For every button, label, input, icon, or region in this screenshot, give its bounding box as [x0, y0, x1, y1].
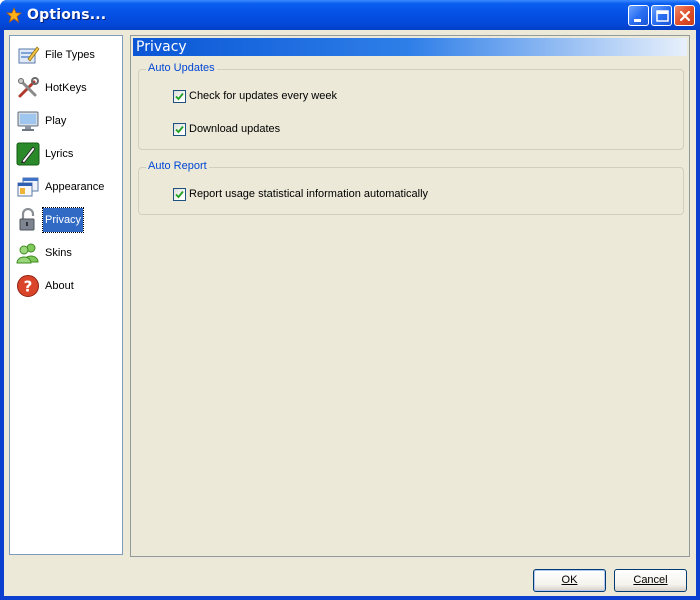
- maximize-icon: [656, 10, 669, 22]
- pen-icon: [16, 142, 40, 166]
- options-sidebar: File Types HotKeys Play Lyrics Appearanc…: [9, 35, 123, 555]
- ok-button-label: OK: [561, 574, 578, 586]
- padlock-icon: [19, 208, 35, 231]
- sidebar-item-play[interactable]: Play: [14, 105, 122, 137]
- sidebar-item-label: Lyrics: [45, 148, 74, 160]
- privacy-panel: Privacy Auto Updates Check for updates e…: [130, 35, 690, 557]
- file-types-icon: [18, 46, 40, 64]
- checkbox-label: Check for updates every week: [189, 90, 337, 102]
- checkbox-box[interactable]: [173, 188, 186, 201]
- minimize-icon: [634, 19, 641, 22]
- checkbox-box[interactable]: [173, 90, 186, 103]
- sidebar-item-about[interactable]: ? About: [14, 270, 122, 302]
- hotkeys-icon: [18, 77, 39, 98]
- section-header: Privacy: [133, 38, 687, 56]
- star-icon: [6, 7, 22, 23]
- checkmark-icon: [175, 125, 184, 134]
- sidebar-item-label: About: [45, 280, 74, 292]
- users-icon: [16, 243, 39, 264]
- sidebar-item-label: File Types: [45, 49, 95, 61]
- appearance-icon: [17, 177, 39, 197]
- cancel-button[interactable]: Cancel: [614, 569, 687, 592]
- sidebar-item-appearance[interactable]: Appearance: [14, 171, 122, 203]
- dialog-body: File Types HotKeys Play Lyrics Appearanc…: [4, 30, 696, 596]
- checkmark-icon: [175, 190, 184, 199]
- checkbox-label: Report usage statistical information aut…: [189, 188, 429, 200]
- window-title: Options...: [27, 7, 107, 23]
- close-button[interactable]: [674, 5, 695, 26]
- sidebar-item-hotkeys[interactable]: HotKeys: [14, 72, 122, 104]
- ok-button[interactable]: OK: [533, 569, 606, 592]
- question-icon: ?: [17, 275, 39, 297]
- auto-report-group: Auto Report Report usage statistical inf…: [138, 160, 684, 215]
- sidebar-item-label: Privacy: [41, 207, 85, 233]
- page-title: Privacy: [136, 39, 187, 55]
- checkbox-box[interactable]: [173, 123, 186, 136]
- sidebar-item-label: Play: [45, 115, 67, 127]
- sidebar-item-label: Skins: [45, 247, 72, 259]
- minimize-button[interactable]: [628, 5, 649, 26]
- cancel-button-label: Cancel: [633, 574, 668, 586]
- group-title: Auto Report: [146, 160, 209, 172]
- sidebar-item-skins[interactable]: Skins: [14, 237, 122, 269]
- sidebar-item-label: HotKeys: [45, 82, 87, 94]
- monitor-icon: [17, 111, 39, 131]
- group-title: Auto Updates: [146, 62, 217, 74]
- svg-text:?: ?: [24, 278, 33, 296]
- sidebar-item-lyrics[interactable]: Lyrics: [14, 138, 122, 170]
- maximize-button[interactable]: [651, 5, 672, 26]
- sidebar-item-privacy[interactable]: Privacy: [14, 204, 122, 236]
- close-icon: [679, 10, 691, 22]
- auto-updates-group: Auto Updates Check for updates every wee…: [138, 62, 684, 150]
- title-bar[interactable]: Options...: [0, 0, 700, 30]
- checkbox-label: Download updates: [189, 123, 281, 135]
- sidebar-item-file-types[interactable]: File Types: [14, 39, 122, 71]
- checkmark-icon: [175, 92, 184, 101]
- options-window: Options... File Types HotKeys Play Lyric…: [0, 0, 700, 600]
- sidebar-item-label: Appearance: [45, 181, 105, 193]
